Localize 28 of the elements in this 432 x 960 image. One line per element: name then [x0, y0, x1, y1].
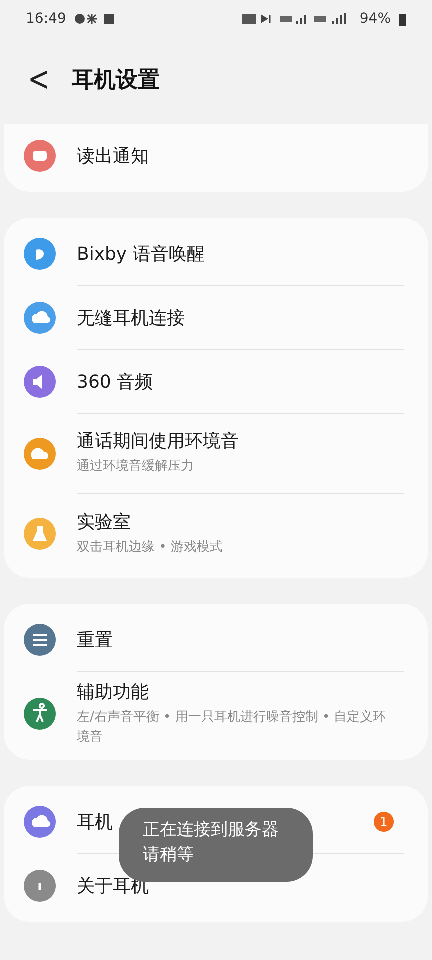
settings-item[interactable]: 实验室 双击耳机边缘 • 游戏模式 [4, 494, 428, 574]
battery-icon [399, 12, 406, 26]
item-subtitle: 双击耳机边缘 • 游戏模式 [77, 538, 224, 557]
item-title: 耳机 [77, 810, 113, 834]
settings-item[interactable]: 读出通知 [4, 124, 428, 188]
toast-text: 请稍等 [143, 844, 195, 866]
item-title: 通话期间使用环境音 [77, 430, 239, 454]
item-subtitle: 左/右声音平衡 • 用一只耳机进行噪音控制 • 自定义环境音 [77, 709, 388, 748]
settings-item[interactable]: 重置 [4, 608, 428, 672]
page-title: 耳机设置 [72, 67, 160, 95]
item-title: 重置 [77, 628, 113, 652]
battery-percent: 94% [360, 11, 391, 27]
settings-item[interactable]: 通话期间使用环境音 通过环境音缓解压力 [4, 414, 428, 494]
item-title: 读出通知 [77, 145, 149, 168]
status-time: 16:49 [26, 11, 66, 27]
toast-text: 正在连接到服务器 [143, 819, 280, 841]
notification-badge: 1 [374, 812, 394, 832]
settings-item[interactable]: 无缝耳机连接 [4, 286, 428, 350]
item-title: 360 音频 [77, 370, 154, 394]
item-subtitle: 通过环境音缓解压力 [77, 458, 195, 476]
item-title: 无缝耳机连接 [77, 306, 185, 330]
back-button[interactable]: < [24, 60, 54, 100]
item-title: 实验室 [77, 510, 131, 534]
settings-item[interactable]: 辅助功能 左/右声音平衡 • 用一只耳机进行噪音控制 • 自定义环境音 [4, 672, 428, 756]
item-title: Bixby 语音唤醒 [77, 242, 205, 266]
settings-item[interactable]: 360 音频 [4, 350, 428, 414]
settings-item[interactable]: Bixby 语音唤醒 [4, 222, 428, 286]
item-title: 辅助功能 [77, 681, 149, 704]
